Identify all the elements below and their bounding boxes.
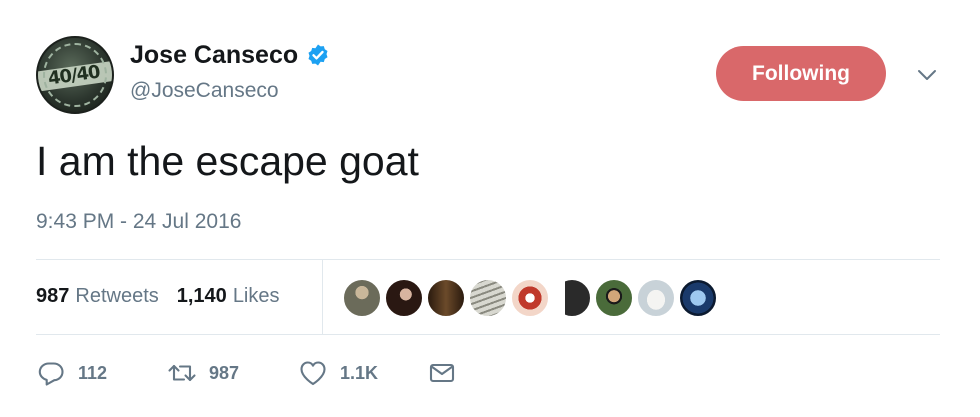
user-avatar[interactable]: 40/40 <box>36 36 114 114</box>
stats-divider <box>322 260 323 334</box>
heart-icon <box>300 361 326 386</box>
likers-avatars <box>342 278 720 318</box>
divider-top <box>36 259 940 260</box>
retweets-count: 987 <box>36 285 70 307</box>
tweet-stats: 987 Retweets 1,140 Likes <box>36 285 280 308</box>
retweet-button[interactable]: 987 <box>167 358 239 388</box>
reply-icon <box>38 362 64 386</box>
liker-avatar-3[interactable] <box>426 278 466 318</box>
like-button[interactable]: 1.1K <box>298 358 378 388</box>
tweet-text: I am the escape goat <box>36 138 419 184</box>
liker-avatar-2[interactable] <box>384 278 424 318</box>
liker-avatar-1[interactable] <box>342 278 382 318</box>
display-name[interactable]: Jose Canseco <box>130 41 298 70</box>
retweet-icon <box>168 364 196 382</box>
retweet-count: 987 <box>209 362 240 383</box>
likes-label: Likes <box>232 285 280 307</box>
retweets-stat[interactable]: 987 Retweets <box>36 285 159 308</box>
following-button[interactable]: Following <box>716 46 886 101</box>
tweet-timestamp[interactable]: 9:43 PM - 24 Jul 2016 <box>36 210 241 234</box>
verified-badge-icon <box>308 44 328 66</box>
liker-avatar-5[interactable] <box>510 278 550 318</box>
direct-message-button[interactable] <box>427 358 457 388</box>
liker-avatar-4[interactable] <box>468 278 508 318</box>
likes-count: 1,140 <box>176 285 227 307</box>
chevron-down-icon[interactable] <box>916 64 938 86</box>
liker-avatar-7[interactable] <box>594 278 634 318</box>
reply-button[interactable]: 112 <box>36 358 107 388</box>
envelope-icon <box>429 363 455 383</box>
like-count: 1.1K <box>340 362 379 383</box>
liker-avatar-8[interactable] <box>636 278 676 318</box>
reply-count: 112 <box>78 362 108 383</box>
liker-avatar-6[interactable] <box>552 278 592 318</box>
user-handle[interactable]: @JoseCanseco <box>130 79 279 103</box>
tweet-actions: 112 987 1.1K <box>36 355 455 391</box>
retweets-label: Retweets <box>75 285 159 307</box>
liker-avatar-9[interactable] <box>678 278 718 318</box>
tweet-card: 40/40 Jose Canseco @JoseCanseco Followin… <box>0 0 980 417</box>
name-row: Jose Canseco <box>130 40 330 70</box>
likes-stat[interactable]: 1,140 Likes <box>177 285 280 308</box>
divider-bottom <box>36 334 940 335</box>
